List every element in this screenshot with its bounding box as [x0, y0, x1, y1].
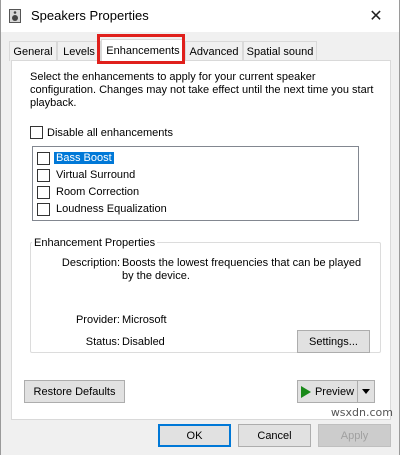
enhancements-list[interactable]: Bass Boost Virtual Surround Room Correct… [32, 146, 359, 221]
speakers-properties-dialog: Speakers Properties ✕ General Levels Enh… [0, 0, 400, 455]
tab-levels[interactable]: Levels [57, 41, 101, 61]
list-item-bass-boost[interactable]: Bass Boost [37, 150, 114, 166]
restore-defaults-button[interactable]: Restore Defaults [24, 380, 125, 403]
window-title: Speakers Properties [31, 8, 149, 23]
provider-label: Provider: [75, 314, 120, 326]
disable-all-label: Disable all enhancements [47, 126, 173, 139]
description-value: Boosts the lowest frequencies that can b… [122, 257, 362, 282]
close-button[interactable]: ✕ [353, 0, 399, 32]
status-label: Status: [85, 336, 120, 348]
group-title: Enhancement Properties [32, 237, 158, 249]
list-item-label: Room Correction [56, 186, 140, 198]
chevron-down-icon [362, 389, 370, 394]
tab-strip: General Levels Enhancements Advanced Spa… [9, 39, 393, 62]
preview-split-button[interactable]: Preview [297, 380, 375, 403]
play-icon [300, 385, 311, 398]
room-correction-checkbox[interactable] [37, 185, 50, 199]
tab-advanced[interactable]: Advanced [185, 41, 243, 61]
title-bar: Speakers Properties ✕ [1, 0, 399, 32]
list-item-label: Virtual Surround [56, 169, 136, 181]
loudness-equalization-checkbox[interactable] [37, 202, 50, 216]
virtual-surround-checkbox[interactable] [37, 168, 50, 182]
preview-label: Preview [314, 385, 355, 398]
list-item-room-correction[interactable]: Room Correction [37, 184, 141, 200]
description-label: Description: [61, 257, 120, 269]
watermark: wsxdn.com [330, 406, 393, 419]
tab-enhancements[interactable]: Enhancements [101, 39, 185, 62]
preview-dropdown-button[interactable] [358, 381, 374, 402]
dialog-footer: OK Cancel Apply [1, 420, 399, 455]
disable-all-row[interactable]: Disable all enhancements [30, 126, 173, 139]
list-item-loudness-equalization[interactable]: Loudness Equalization [37, 201, 169, 217]
list-item-label: Bass Boost [54, 152, 114, 164]
list-item-label: Loudness Equalization [56, 203, 167, 215]
apply-button[interactable]: Apply [318, 424, 391, 447]
tab-general[interactable]: General [9, 41, 57, 61]
bass-boost-checkbox[interactable] [37, 151, 50, 165]
enhancements-panel: Select the enhancements to apply for you… [11, 60, 391, 420]
preview-button[interactable]: Preview [298, 381, 358, 402]
cancel-button[interactable]: Cancel [238, 424, 311, 447]
list-item-virtual-surround[interactable]: Virtual Surround [37, 167, 137, 183]
speaker-icon [9, 9, 21, 23]
provider-value: Microsoft [122, 314, 167, 326]
status-value: Disabled [122, 336, 165, 348]
disable-all-checkbox[interactable] [30, 126, 43, 139]
close-icon: ✕ [369, 8, 383, 25]
ok-button[interactable]: OK [158, 424, 231, 447]
intro-text: Select the enhancements to apply for you… [30, 71, 374, 109]
settings-button[interactable]: Settings... [297, 330, 370, 353]
tab-spatial-sound[interactable]: Spatial sound [243, 41, 317, 61]
